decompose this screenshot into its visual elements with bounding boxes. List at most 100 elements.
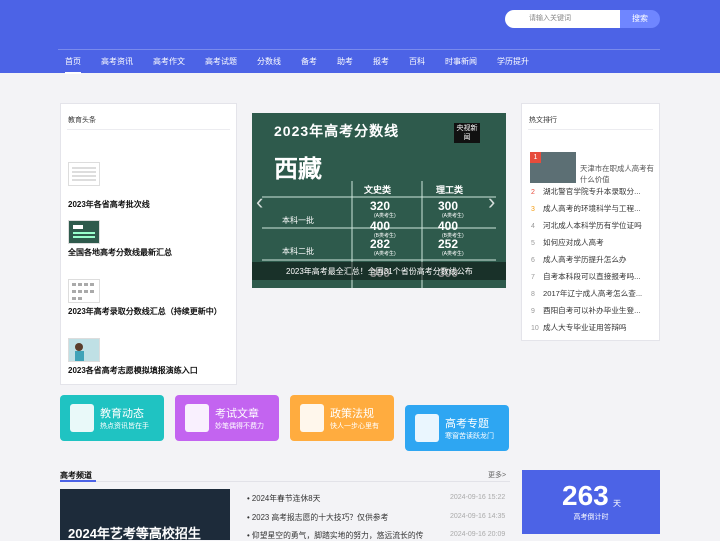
nav-item-essay[interactable]: 高考作文 (153, 50, 185, 74)
score-value: 400 (438, 219, 459, 233)
hot-item-text: 河北成人本科学历有学位证吗 (543, 221, 642, 230)
score-value: 252 (438, 237, 459, 251)
hot-item-text: 成人大专毕业证用答辩吗 (543, 323, 627, 332)
score-value: 282 (370, 237, 391, 251)
rank-number: 6 (531, 257, 535, 264)
tile-education-news[interactable]: 教育动态 热点资讯皆在手 (60, 395, 164, 441)
nav-item-wiki[interactable]: 百科 (409, 50, 425, 74)
tile-subtitle: 寒窗苦读跃龙门 (445, 433, 494, 440)
hot-item[interactable]: 9 酉阳自考可以补办毕业生登... (531, 305, 657, 316)
section-accent (60, 480, 96, 482)
list-item-text: 仰望星空的勇气，脚踏实地的努力，悠远流长的传 (251, 531, 424, 540)
hot-item-text: 自考本科段可以直接报考吗... (543, 272, 641, 281)
list-item[interactable]: • 2024年春节连休8天 (247, 493, 320, 504)
nav-item-exam[interactable]: 高考试题 (205, 50, 237, 74)
hot-item[interactable]: 天津市在职成人高考有什么价值 (580, 163, 654, 185)
score-note: (A类考生) (374, 213, 396, 219)
list-date: 2024-09-16 14:35 (450, 513, 506, 520)
clipboard-icon (300, 404, 324, 432)
hot-item[interactable]: 6 成人高考学历提升怎么办 (531, 254, 657, 265)
carousel[interactable]: 2023年高考分数线 西藏 央视新闻 文史类 理工类 本科一批 320 (A类考… (252, 113, 506, 288)
hot-item-text: 湖北警官学院专升本录取分... (543, 187, 641, 196)
hot-item[interactable]: 7 自考本科段可以直接报考吗... (531, 271, 657, 282)
hot-item-text: 成人高考学历提升怎么办 (543, 255, 627, 264)
list-date: 2024-09-16 15:22 (450, 494, 506, 501)
news-thumb[interactable] (68, 279, 100, 303)
tile-gaokao-topic[interactable]: 高考专题 寒窗苦读跃龙门 (405, 405, 509, 451)
hot-item[interactable]: 5 如何应对成人高考 (531, 237, 657, 248)
channel-image[interactable]: 2024年艺考等高校招生 (60, 489, 230, 540)
hot-item[interactable]: 8 2017年辽宁成人高考怎么查... (531, 288, 657, 299)
score-value: 320 (370, 199, 391, 213)
tile-exam-articles[interactable]: 考试文章 妙笔偶得不费力 (175, 395, 279, 441)
news-item[interactable]: 2023各省高考志愿模拟填报演练入口 (68, 365, 198, 376)
hot-item-text: 成人高考的环境科学与工程... (543, 204, 641, 213)
hot-item[interactable]: 10 成人大专毕业证用答辩吗 (531, 322, 657, 333)
news-item[interactable]: 2023年高考录取分数线汇总（持续更新中） (68, 306, 222, 317)
panel-title: 教育头条 (68, 117, 96, 124)
nav-item-apply[interactable]: 报考 (373, 50, 389, 74)
slide-caption[interactable]: 2023年高考最全汇总！全国31个省份高考分数线公布 (286, 266, 473, 277)
countdown-days: 263 (562, 480, 609, 511)
hot-item[interactable]: 2 湖北警官学院专升本录取分... (531, 186, 657, 197)
tile-title: 考试文章 (215, 408, 259, 420)
list-item-text: 2023 高考报志愿的十大技巧？仅供参考 (251, 513, 389, 522)
rank-number: 10 (531, 325, 539, 332)
tile-subtitle: 热点资讯皆在手 (100, 423, 149, 430)
search-input[interactable]: 请输入关键词 (505, 10, 620, 28)
news-thumb[interactable] (68, 338, 100, 362)
rank-number: 7 (531, 274, 535, 281)
panel-title: 热文排行 (529, 117, 557, 124)
news-item[interactable]: 全国各地高考分数线最新汇总 (68, 247, 172, 258)
nav-item-current-news[interactable]: 时事新闻 (445, 50, 477, 74)
list-item-text: 2024年春节连休8天 (251, 494, 321, 503)
calendar-icon (415, 414, 439, 442)
score-value: 300 (438, 199, 459, 213)
hot-item-text: 如何应对成人高考 (543, 238, 604, 247)
news-thumb[interactable] (68, 162, 100, 186)
column-header: 理工类 (436, 185, 464, 195)
divider (67, 129, 230, 130)
next-arrow-icon[interactable]: › (488, 189, 495, 215)
nav-item-news[interactable]: 高考资讯 (101, 50, 133, 74)
tile-subtitle: 快人一步心里有 (330, 423, 379, 430)
tile-subtitle: 妙笔偶得不费力 (215, 423, 264, 430)
rank-badge: 1 (530, 152, 541, 163)
hot-item-text: 2017年辽宁成人高考怎么查... (543, 289, 643, 298)
countdown-label: 高考倒计时 (573, 514, 609, 521)
tile-title: 教育动态 (100, 408, 144, 420)
hot-item[interactable]: 3 成人高考的环境科学与工程... (531, 203, 657, 214)
headline-panel: 教育头条 2023年各省高考批次线 全国各地高考分数线最新汇总 2023年高考录… (60, 103, 237, 385)
divider (528, 129, 653, 130)
search-button[interactable]: 搜索 (620, 10, 660, 28)
hot-thumb[interactable]: 1 (530, 152, 576, 183)
score-note: (A类考生) (442, 251, 464, 257)
nav-item-prep[interactable]: 备考 (301, 50, 317, 74)
nav-item-home[interactable]: 首页 (65, 50, 81, 74)
tile-policy[interactable]: 政策法规 快人一步心里有 (290, 395, 394, 441)
header: 请输入关键词 搜索 首页 高考资讯 高考作文 高考试题 分数线 备考 助考 报考… (0, 0, 720, 74)
rank-number: 4 (531, 223, 535, 230)
rank-number: 5 (531, 240, 535, 247)
nav-item-scores[interactable]: 分数线 (257, 50, 281, 74)
list-item[interactable]: • 仰望星空的勇气，脚踏实地的努力，悠远流长的传 (247, 530, 423, 541)
rank-number: 2 (531, 189, 535, 196)
score-note: (A类考生) (442, 213, 464, 219)
tile-title: 政策法规 (330, 408, 374, 420)
news-item[interactable]: 2023年各省高考批次线 (68, 199, 150, 210)
hot-item[interactable]: 4 河北成人本科学历有学位证吗 (531, 220, 657, 231)
more-link[interactable]: 更多> (488, 470, 506, 480)
nav-item-degree[interactable]: 学历提升 (497, 50, 529, 74)
list-item[interactable]: • 2023 高考报志愿的十大技巧？仅供参考 (247, 512, 388, 523)
column-header: 文史类 (364, 185, 392, 195)
prev-arrow-icon[interactable]: ‹ (256, 189, 263, 215)
list-date: 2024-09-16 20:09 (450, 531, 506, 538)
section-divider (60, 481, 510, 482)
rank-number: 3 (531, 206, 535, 213)
row-label: 本科二批 (282, 247, 314, 256)
rank-number: 9 (531, 308, 535, 315)
score-value: 400 (370, 219, 391, 233)
nav-item-help[interactable]: 助考 (337, 50, 353, 74)
news-thumb[interactable] (68, 220, 100, 244)
image-caption: 2024年艺考等高校招生 (68, 526, 201, 540)
